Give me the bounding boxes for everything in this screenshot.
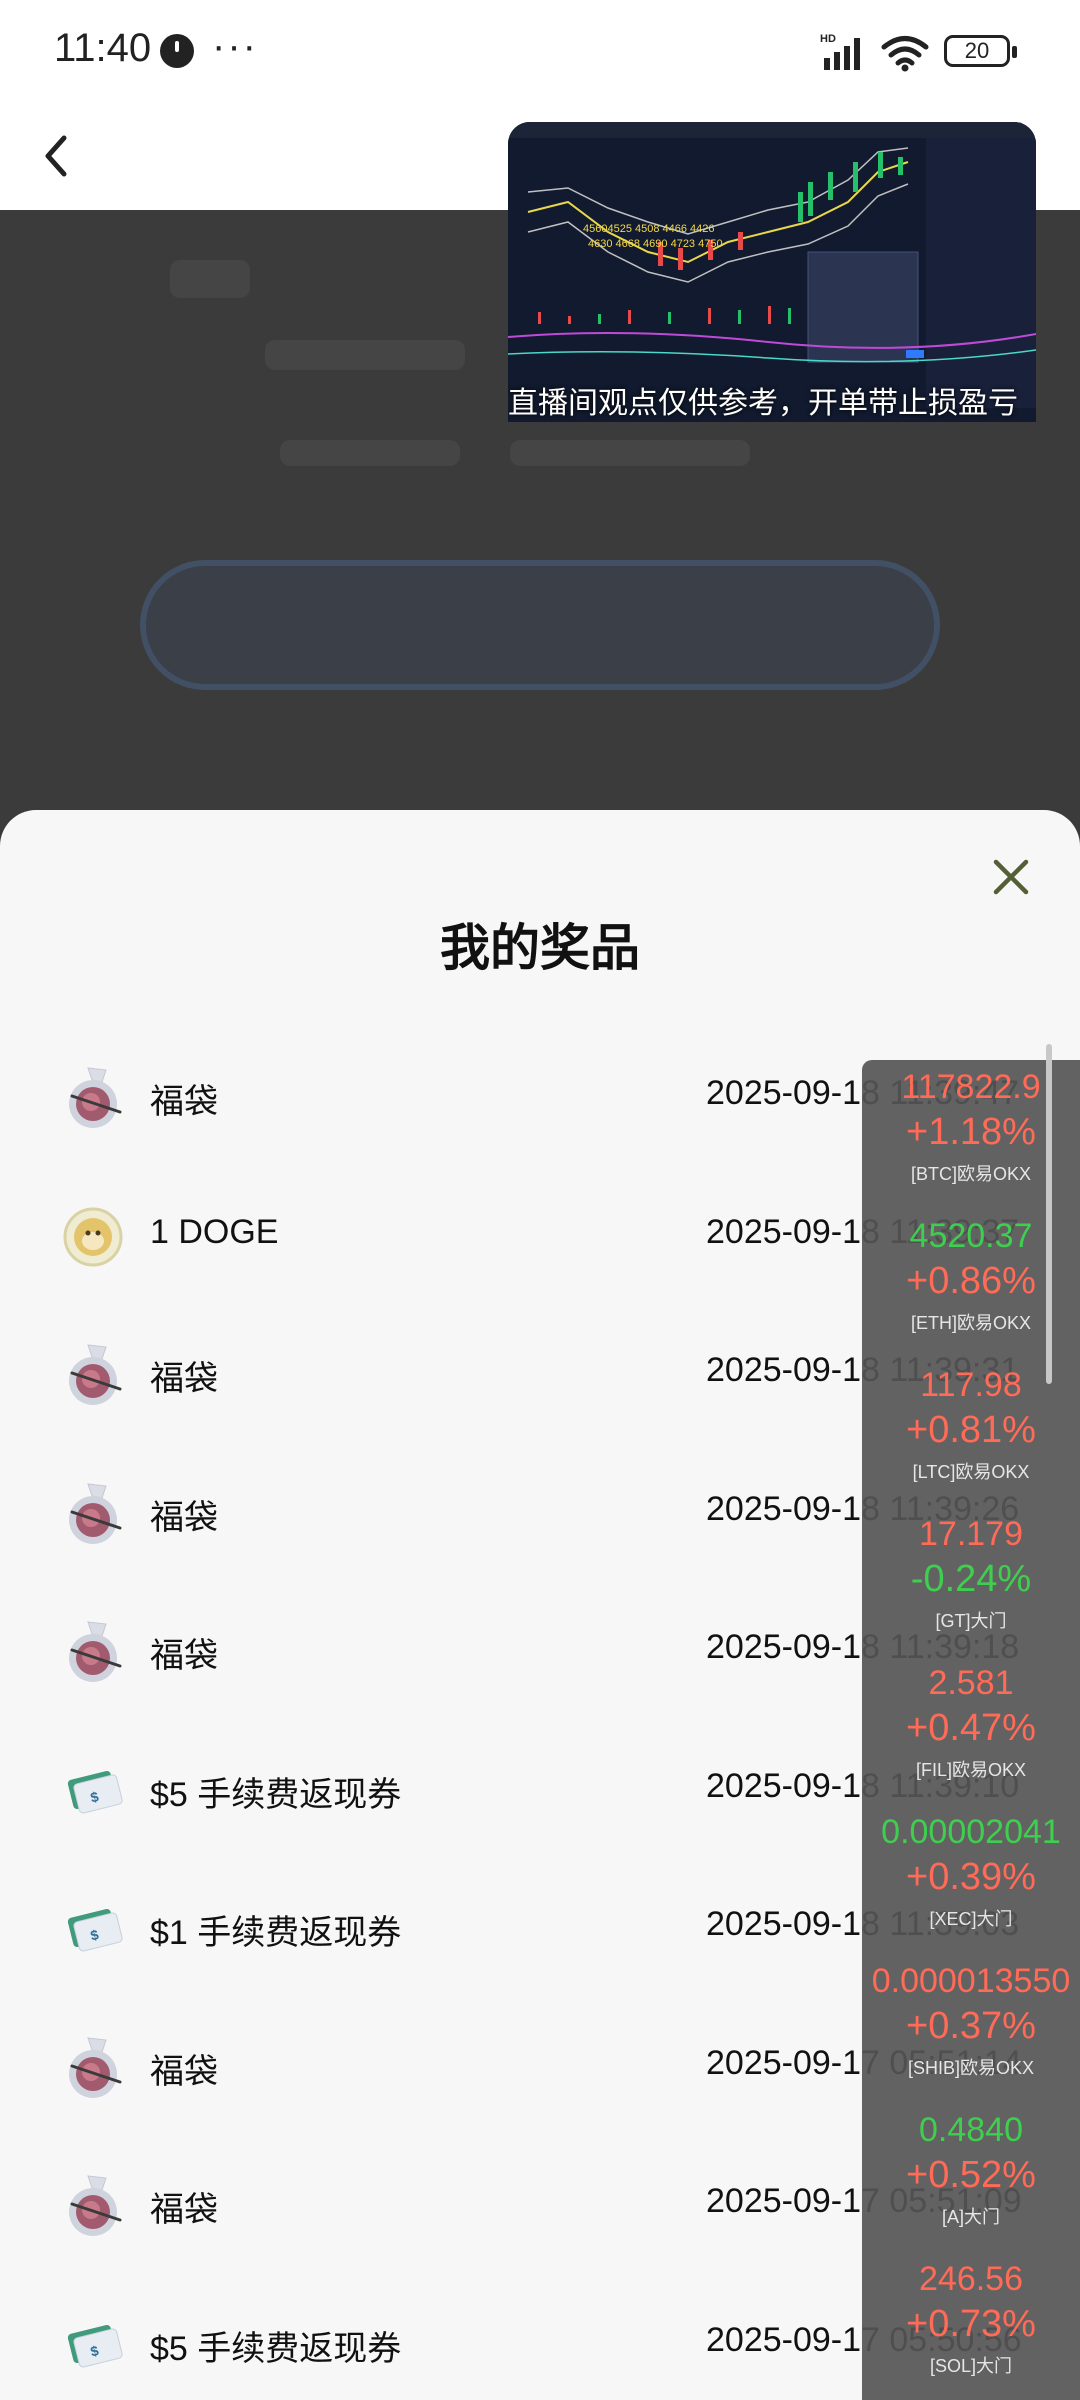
live-disclaimer-caption: 直播间观点仅供参考，开单带止损盈亏 (508, 387, 1018, 420)
prize-name: $5 手续费返现券 (150, 1775, 402, 1814)
ticker-item: 246.56 +0.73% [SOL]大门 (862, 2258, 1080, 2384)
ticker-change: +0.52% (906, 2154, 1036, 2196)
notification-app-icon (160, 34, 194, 68)
ticker-price: 0.4840 (919, 2111, 1023, 2149)
back-arrow-icon[interactable] (32, 120, 82, 190)
doge-coin-icon (62, 1205, 124, 1269)
cashback-voucher-icon: $ (62, 2313, 124, 2377)
ticker-price: 0.00002041 (881, 1813, 1061, 1851)
scrollbar[interactable] (1046, 1044, 1052, 1384)
status-bar: 11:40 ··· HD 20 (0, 0, 1080, 100)
close-icon[interactable] (986, 852, 1036, 902)
ticker-change: +0.39% (906, 1856, 1036, 1898)
prize-name: 福袋 (150, 2191, 218, 2229)
lucky-bag-icon (62, 1482, 124, 1546)
ticker-label: [SOL]大门 (929, 2356, 1013, 2376)
prize-name: $5 手续费返现券 (150, 2329, 402, 2368)
ticker-item: 0.00002041 +0.39% [XEC]大门 (862, 1811, 1080, 1937)
lucky-bag-icon (62, 1343, 124, 1407)
prize-name: 1 DOGE (150, 1212, 279, 1251)
ticker-item: 0.4840 +0.52% [A]大门 (862, 2109, 1080, 2235)
ticker-item: 17.179 -0.24% [GT]大门 (862, 1513, 1080, 1639)
trading-chart-thumbnail: 45604525 4508 4466 4426 4630 4668 4690 4… (508, 122, 1036, 422)
cellular-signal-icon: HD (820, 33, 860, 70)
background-text-block (510, 440, 750, 466)
cashback-voucher-icon: $ (62, 1897, 124, 1961)
background-heading-block (170, 260, 250, 298)
chart-price-labels: 45604525 4508 4466 4426 (583, 223, 715, 235)
sheet-title: 我的奖品 (440, 920, 640, 976)
lucky-bag-icon (62, 2036, 124, 2100)
prize-name: 福袋 (150, 1498, 218, 1537)
battery-icon: 20 (944, 35, 1017, 67)
prize-name: 福袋 (150, 2052, 218, 2091)
ticker-label: [A]大门 (941, 2207, 1000, 2227)
ticker-change: +0.81% (906, 1409, 1036, 1451)
background-text-block (280, 440, 460, 466)
ticker-label: [LTC]欧易OKX (912, 1462, 1030, 1482)
cashback-voucher-icon: $ (62, 1759, 124, 1823)
ticker-price: 2.581 (928, 1664, 1014, 1702)
background-text-block (265, 340, 465, 370)
background-button (140, 560, 940, 690)
ticker-change: +0.47% (906, 1707, 1036, 1749)
ticker-price: 246.56 (919, 2260, 1023, 2298)
lucky-bag-icon (62, 1066, 124, 1130)
ticker-label: [FIL]欧易OKX (915, 1760, 1027, 1780)
network-type-label: HD (820, 33, 836, 45)
ticker-label: [SHIB]欧易OKX (907, 2058, 1035, 2078)
wifi-icon (881, 36, 929, 72)
chart-price-labels-2: 4630 4668 4690 4723 4750 (588, 238, 723, 250)
ticker-price: 0.000013550 (871, 1962, 1071, 2000)
ticker-change: +0.73% (906, 2303, 1036, 2345)
live-stream-preview[interactable]: 45604525 4508 4466 4426 4630 4668 4690 4… (508, 122, 1036, 422)
ticker-label: [XEC]大门 (929, 1909, 1013, 1929)
status-time: 11:40 (54, 26, 152, 70)
ticker-item: 0.000013550 +0.37% [SHIB]欧易OKX (862, 1960, 1080, 2086)
prize-name: $1 手续费返现券 (150, 1914, 402, 1952)
ticker-price: 17.179 (919, 1515, 1023, 1553)
lucky-bag-icon (62, 1620, 124, 1684)
lucky-bag-icon (62, 2174, 124, 2238)
ticker-label: [GT]大门 (935, 1611, 1007, 1631)
prize-name: 福袋 (150, 1360, 218, 1398)
more-notifications-icon: ··· (212, 24, 258, 68)
prize-name: 福袋 (150, 1083, 218, 1121)
prize-name: 福袋 (150, 1637, 218, 1675)
ticker-change: +0.37% (906, 2005, 1036, 2047)
ticker-change: -0.24% (910, 1558, 1032, 1600)
ticker-item: 2.581 +0.47% [FIL]欧易OKX (862, 1662, 1080, 1788)
